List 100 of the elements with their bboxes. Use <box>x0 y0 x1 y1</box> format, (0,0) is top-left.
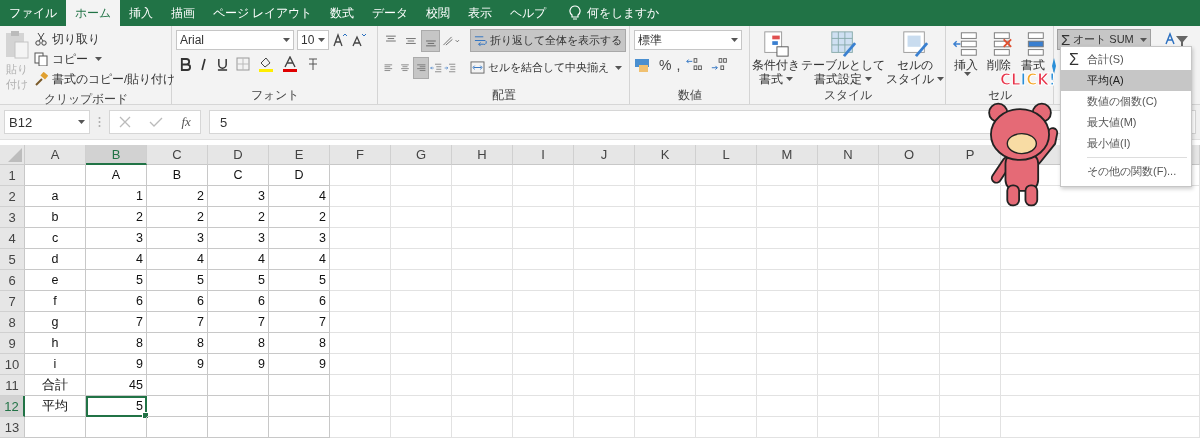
grid-cell: a <box>25 186 86 207</box>
grid-cell: 6 <box>86 291 147 312</box>
column-header[interactable]: I <box>513 145 574 165</box>
merge-center-button[interactable]: セルを結合して中央揃え <box>467 57 625 78</box>
grid-cell: 4 <box>208 249 269 270</box>
grid-cell: 4 <box>269 186 330 207</box>
group-label: クリップボード <box>43 92 128 107</box>
row-header[interactable]: 3 <box>0 207 25 228</box>
ribbon-tab[interactable]: 描画 <box>162 0 204 26</box>
column-header[interactable]: E <box>269 145 330 165</box>
column-header[interactable]: M <box>757 145 818 165</box>
grid-cell: 2 <box>208 207 269 228</box>
grid-cell: 2 <box>269 207 330 228</box>
grid-cell: 9 <box>147 354 208 375</box>
row-header[interactable]: 8 <box>0 312 25 333</box>
cells-button[interactable]: 書式 <box>1016 30 1049 72</box>
ribbon-tab[interactable]: 校閲 <box>417 0 460 26</box>
column-header[interactable]: G <box>391 145 452 165</box>
row-header[interactable]: 5 <box>0 249 25 270</box>
row-header[interactable]: 7 <box>0 291 25 312</box>
grid-cell: A <box>86 165 147 186</box>
font-size-field[interactable]: 10 <box>297 30 329 50</box>
grid-cell: 5 <box>86 396 147 417</box>
ribbon-tab[interactable]: ホーム <box>66 0 120 26</box>
copy-button[interactable]: コピー <box>34 50 176 68</box>
grid-cell: B <box>147 165 208 186</box>
grid-cell: 5 <box>208 270 269 291</box>
grid-cell: 5 <box>147 270 208 291</box>
grid-cell: 5 <box>269 270 330 291</box>
ribbon-tab[interactable]: ヘルプ <box>501 0 556 26</box>
style-button[interactable]: セルの スタイル <box>885 30 944 86</box>
ribbon-tab[interactable]: 数式 <box>321 0 364 26</box>
grid-cell: 2 <box>86 207 147 228</box>
grid-cell: 3 <box>147 228 208 249</box>
grid-cell: f <box>25 291 86 312</box>
grid-cell: 平均 <box>25 396 86 417</box>
row-header[interactable]: 13 <box>0 417 25 438</box>
cells-button[interactable]: 挿入 <box>950 30 983 76</box>
menu-item[interactable]: その他の関数(F)... <box>1061 161 1191 182</box>
column-header[interactable]: O <box>879 145 940 165</box>
row-header[interactable]: 6 <box>0 270 25 291</box>
grid-cell: e <box>25 270 86 291</box>
column-header[interactable]: P <box>940 145 1001 165</box>
group-label: スタイル <box>823 88 872 104</box>
menu-item[interactable]: 数値の個数(C) <box>1061 91 1191 112</box>
number-format-field[interactable]: 標準 <box>634 30 742 50</box>
column-header[interactable]: H <box>452 145 513 165</box>
column-header[interactable]: F <box>330 145 391 165</box>
click-label: CLICK! <box>1000 72 1056 88</box>
column-header[interactable]: D <box>208 145 269 165</box>
name-box[interactable]: B12 <box>4 110 90 134</box>
column-header[interactable]: N <box>818 145 879 165</box>
grid-cell: d <box>25 249 86 270</box>
column-header[interactable]: C <box>147 145 208 165</box>
row-header[interactable]: 12 <box>0 396 25 417</box>
column-header[interactable]: J <box>574 145 635 165</box>
row-header[interactable]: 11 <box>0 375 25 396</box>
grid-cell: h <box>25 333 86 354</box>
row-header[interactable]: 1 <box>0 165 25 186</box>
grid-cell: 7 <box>208 312 269 333</box>
menu-item[interactable]: 平均(A) <box>1061 70 1191 91</box>
column-header[interactable]: A <box>25 145 86 165</box>
comma-button[interactable]: , <box>676 57 681 73</box>
grid-cell: 7 <box>86 312 147 333</box>
ribbon-tab[interactable]: 挿入 <box>120 0 162 26</box>
row-header[interactable]: 4 <box>0 228 25 249</box>
grid-cell: 3 <box>208 186 269 207</box>
grid-cell: D <box>269 165 330 186</box>
format-painter-button[interactable]: 書式のコピー/貼り付け <box>34 70 176 88</box>
row-header[interactable]: 10 <box>0 354 25 375</box>
style-button[interactable]: 条件付き 書式 <box>751 30 800 86</box>
tell-me-field[interactable]: 何をしますか <box>581 0 669 26</box>
menu-item[interactable]: 最小値(I) <box>1061 133 1191 154</box>
menu-item[interactable]: Σ 合計(S) <box>1061 49 1191 70</box>
grid-cell: 合計 <box>25 375 86 396</box>
font-name-field[interactable]: Arial <box>176 30 294 50</box>
style-button[interactable]: テーブルとして 書式設定 <box>800 30 885 86</box>
grid-cell: 9 <box>208 354 269 375</box>
column-header[interactable]: K <box>635 145 696 165</box>
row-header[interactable]: 9 <box>0 333 25 354</box>
insert-function-button[interactable]: fx <box>181 114 191 130</box>
grid-cell: 2 <box>147 207 208 228</box>
grid-cell: 4 <box>269 249 330 270</box>
grid-cell: 6 <box>147 291 208 312</box>
column-header[interactable]: B <box>86 145 147 165</box>
wrap-text-button[interactable]: 折り返して全体を表示する <box>471 30 625 51</box>
column-header[interactable]: L <box>696 145 757 165</box>
ribbon-tab[interactable]: ページ レイアウト <box>204 0 322 26</box>
ribbon-tab[interactable]: データ <box>363 0 418 26</box>
percent-button[interactable]: % <box>659 57 672 73</box>
row-header[interactable]: 2 <box>0 186 25 207</box>
grid-cell: 6 <box>269 291 330 312</box>
cut-button[interactable]: 切り取り <box>34 30 176 48</box>
grid-cell: 4 <box>147 249 208 270</box>
ribbon-tab[interactable]: 表示 <box>459 0 502 26</box>
group-label: 配置 <box>491 88 516 104</box>
ribbon-tab[interactable]: ファイル <box>0 0 66 26</box>
menu-item[interactable]: 最大値(M) <box>1061 112 1191 133</box>
grid-cell: 1 <box>86 186 147 207</box>
cells-button[interactable]: 削除 <box>983 30 1016 72</box>
